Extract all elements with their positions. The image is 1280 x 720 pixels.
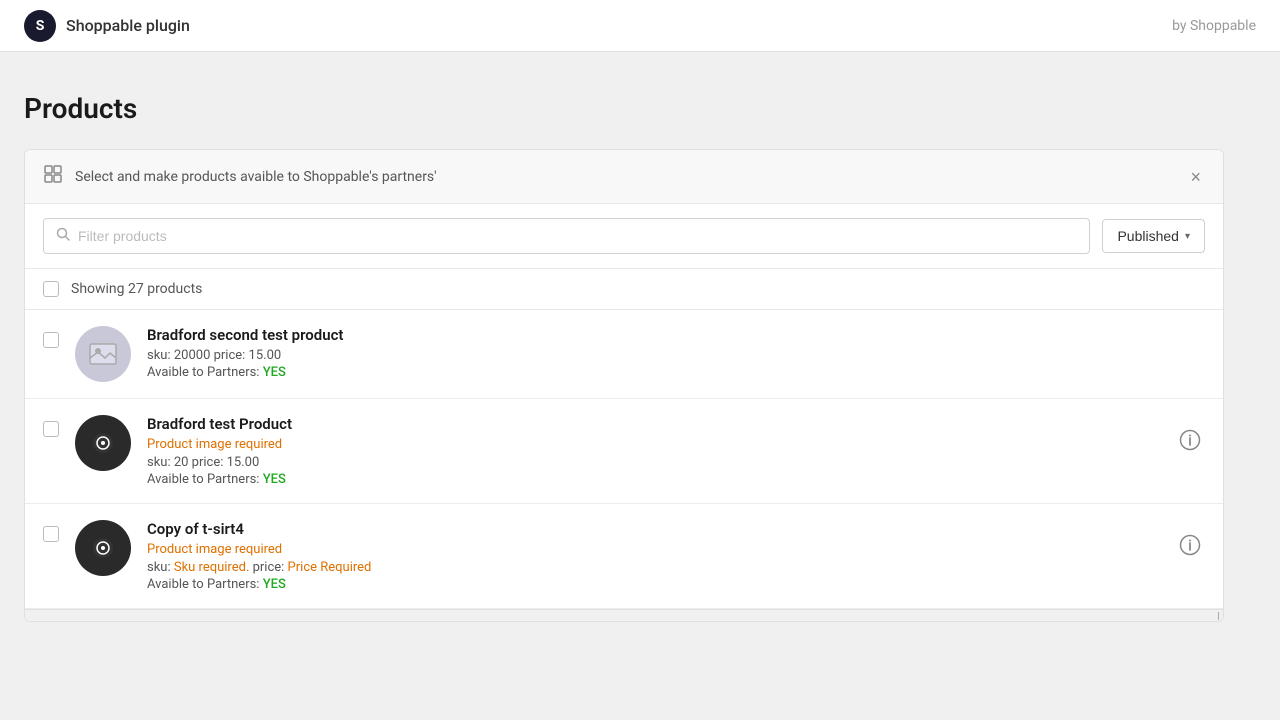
- product-partners-3: Avaible to Partners: YES: [147, 577, 1159, 592]
- product-sku-price-3: sku: Sku required. price: Price Required: [147, 560, 1159, 575]
- product-partners-1: Avaible to Partners: YES: [147, 365, 1205, 380]
- product-name-1: Bradford second test product: [147, 326, 1205, 344]
- chevron-down-icon: ▾: [1185, 231, 1190, 242]
- product-info-2: Bradford test Product Product image requ…: [147, 415, 1159, 487]
- info-banner: Select and make products avaible to Shop…: [25, 150, 1223, 204]
- info-button-3[interactable]: [1175, 530, 1205, 566]
- partners-value-1: YES: [263, 365, 286, 380]
- info-button-2[interactable]: [1175, 425, 1205, 461]
- select-all-checkbox[interactable]: [43, 281, 59, 297]
- products-panel: Select and make products avaible to Shop…: [24, 149, 1224, 622]
- published-filter-button[interactable]: Published ▾: [1102, 219, 1205, 253]
- app-header: S Shoppable plugin by Shoppable: [0, 0, 1280, 52]
- partners-value-2: YES: [263, 472, 286, 487]
- product-image-3: [75, 520, 131, 576]
- product-image-2: [75, 415, 131, 471]
- product-checkbox-1[interactable]: [43, 332, 59, 348]
- search-input[interactable]: [78, 228, 1077, 244]
- product-warning-2: Product image required: [147, 437, 1159, 452]
- main-content: Products Select and make products avaibl…: [0, 52, 1280, 646]
- search-icon: [56, 227, 70, 245]
- sku-required-3: Sku required.: [174, 560, 250, 575]
- table-row: Copy of t-sirt4 Product image required s…: [25, 504, 1223, 609]
- logo-icon: S: [24, 10, 56, 42]
- showing-count: Showing 27 products: [71, 281, 202, 297]
- table-row: Bradford test Product Product image requ…: [25, 399, 1223, 504]
- product-checkbox-2[interactable]: [43, 421, 59, 437]
- page-title: Products: [24, 92, 1256, 125]
- partners-value-3: YES: [263, 577, 286, 592]
- search-row: Published ▾: [25, 204, 1223, 269]
- scroll-area: [25, 609, 1223, 621]
- close-banner-button[interactable]: ×: [1186, 168, 1205, 186]
- banner-left: Select and make products avaible to Shop…: [43, 164, 437, 189]
- product-name-2: Bradford test Product: [147, 415, 1159, 433]
- product-checkbox-3[interactable]: [43, 526, 59, 542]
- product-info-1: Bradford second test product sku: 20000 …: [147, 326, 1205, 380]
- showing-row: Showing 27 products: [25, 269, 1223, 310]
- product-name-3: Copy of t-sirt4: [147, 520, 1159, 538]
- header-byline: by Shoppable: [1172, 18, 1256, 34]
- product-sku-price-1: sku: 20000 price: 15.00: [147, 348, 1205, 363]
- header-left: S Shoppable plugin: [24, 10, 190, 42]
- banner-icon: [43, 164, 63, 189]
- scroll-indicator: [1218, 612, 1219, 620]
- published-label: Published: [1117, 228, 1179, 244]
- product-sku-price-2: sku: 20 price: 15.00: [147, 455, 1159, 470]
- banner-text: Select and make products avaible to Shop…: [75, 169, 437, 185]
- price-required-3: Price Required: [288, 560, 372, 575]
- product-image-1: [75, 326, 131, 382]
- product-warning-3: Product image required: [147, 542, 1159, 557]
- app-title: Shoppable plugin: [66, 16, 190, 35]
- product-partners-2: Avaible to Partners: YES: [147, 472, 1159, 487]
- table-row: Bradford second test product sku: 20000 …: [25, 310, 1223, 399]
- product-info-3: Copy of t-sirt4 Product image required s…: [147, 520, 1159, 592]
- search-box: [43, 218, 1090, 254]
